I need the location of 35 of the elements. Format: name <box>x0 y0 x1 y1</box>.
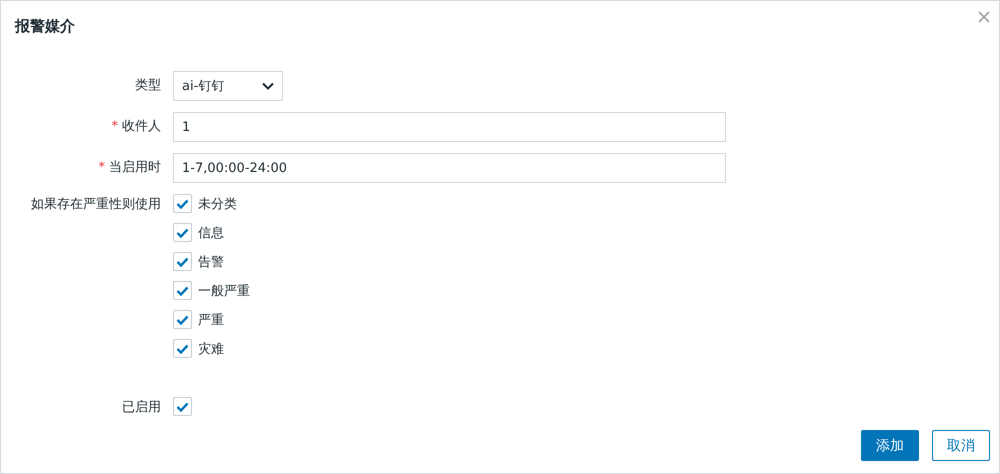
field-label: 类型 <box>135 78 161 93</box>
option-label: 严重 <box>198 312 224 328</box>
checkbox[interactable] <box>173 281 192 300</box>
checkmark-icon <box>176 402 189 412</box>
type-dropdown[interactable]: ai-钉钉 <box>173 71 283 101</box>
cancel-button[interactable]: 取消 <box>932 430 990 461</box>
checkbox[interactable] <box>173 252 192 271</box>
close-icon[interactable] <box>977 10 991 24</box>
checkbox[interactable] <box>173 223 192 242</box>
checkmark-icon <box>176 198 189 208</box>
checkbox[interactable] <box>173 194 192 213</box>
checkmark-icon <box>176 344 189 354</box>
input-field[interactable]: 1-7,00:00-24:00 <box>173 153 726 183</box>
chevron-icon <box>262 82 274 90</box>
checkmark-icon <box>176 256 189 266</box>
option-label: 告警 <box>198 254 224 270</box>
field-label: 已启用 <box>122 400 161 415</box>
add-button[interactable]: 添加 <box>861 430 919 461</box>
checkbox[interactable] <box>173 339 192 358</box>
field-label: 收件人 <box>122 119 161 134</box>
dialog-title: 报警媒介 <box>15 17 75 36</box>
option-label: 灾难 <box>198 340 224 358</box>
required-asterisk: * <box>98 160 105 175</box>
field-label: 如果存在严重性则使用 <box>31 197 161 212</box>
field-label: 当启用时 <box>109 160 161 175</box>
checkmark-icon <box>176 314 189 324</box>
checkbox[interactable] <box>173 310 192 329</box>
checkbox[interactable] <box>173 397 192 416</box>
option-label: 一般严重 <box>198 282 250 300</box>
option-label: 信息 <box>198 224 224 242</box>
input-field[interactable]: 1 <box>173 112 726 142</box>
required-asterisk: * <box>112 119 118 134</box>
checkmark-icon <box>176 286 189 296</box>
option-label: 未分类 <box>198 196 237 212</box>
checkmark-icon <box>176 228 189 238</box>
